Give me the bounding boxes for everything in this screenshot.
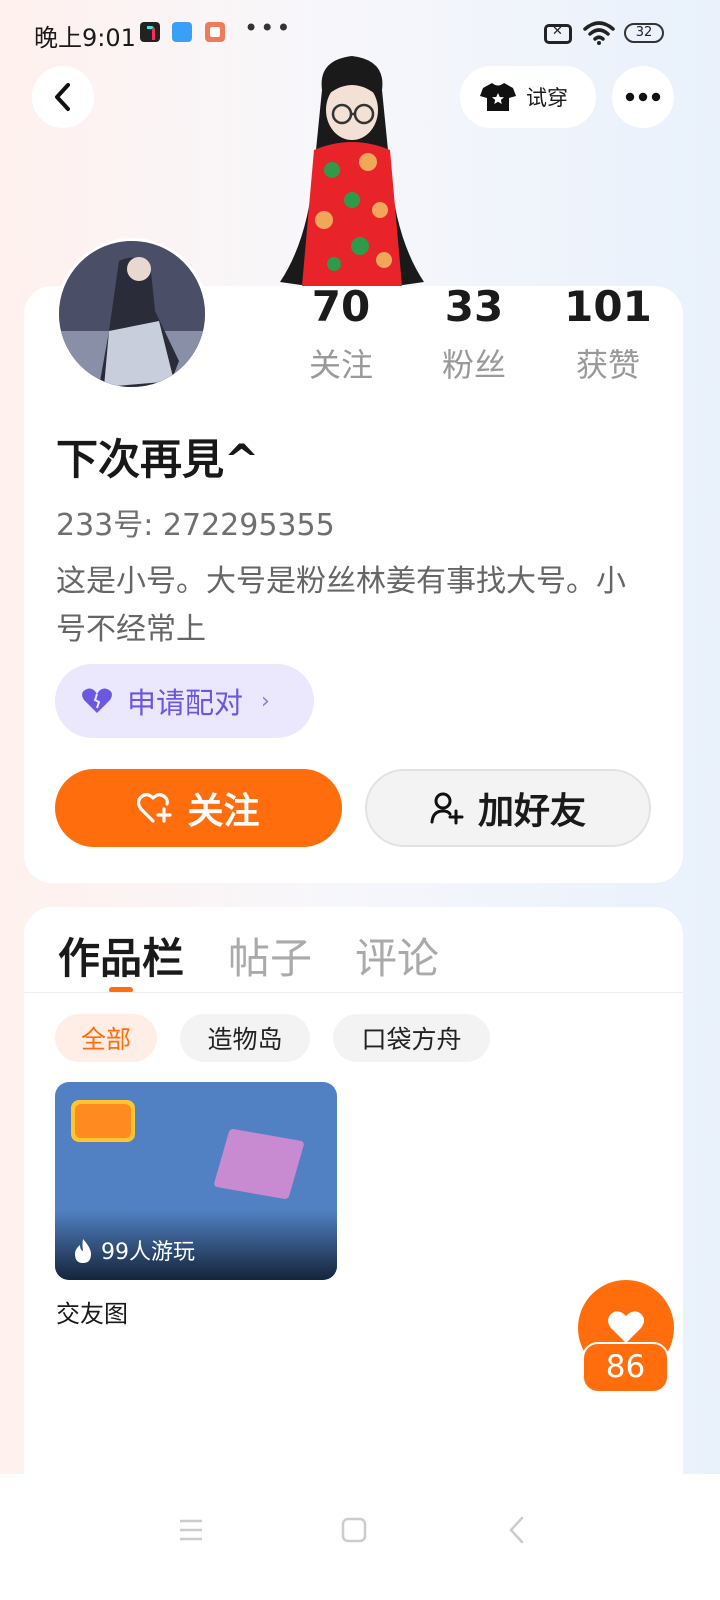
system-nav-bar [0,1474,720,1600]
home-nav-button[interactable] [334,1510,374,1550]
fans-count: 33 [444,282,504,331]
flame-icon [75,1239,91,1263]
back-nav-button[interactable] [497,1510,537,1550]
blue-app-notification-icon [172,22,192,42]
tab-works[interactable]: 作品栏 [58,925,184,986]
work-title[interactable]: 交友图 [56,1294,128,1329]
user-id[interactable]: 233号: 272295355 [56,500,335,544]
tab-posts[interactable]: 帖子 [228,925,312,986]
likes-label: 获赞 [575,346,640,384]
follow-button[interactable]: 关注 [55,769,342,847]
status-time: 晚上9:01 [34,24,136,52]
wifi-icon [583,21,615,45]
heart-plus-icon [137,793,173,823]
back-button[interactable] [32,66,94,128]
map-preview-image [213,1128,305,1200]
game-logo-image [71,1100,135,1142]
more-dots-icon [625,92,661,102]
tshirt-icon [480,83,516,111]
menu-icon [180,1519,202,1541]
request-pairing-label: 申请配对 [127,686,244,720]
like-count-badge: 86 [582,1342,669,1393]
no-sim-icon [544,24,572,44]
back-arrow-icon [55,83,70,111]
work-thumbnail[interactable]: 99人游玩 [55,1082,337,1280]
orange-app-notification-icon [205,22,225,42]
stat-following[interactable]: 70 关注 [286,284,396,386]
back-chevron-icon [509,1516,524,1544]
request-pairing-button[interactable]: 申请配对 › [55,664,314,738]
filter-chip-pocket-ark[interactable]: 口袋方舟 [333,1014,490,1062]
menu-nav-button[interactable] [171,1510,211,1550]
filter-chip-creation-island[interactable]: 造物岛 [180,1014,310,1062]
more-notifications-indicator: ••• [244,14,293,42]
play-count: 99人游玩 [101,1240,195,1265]
try-on-button[interactable]: 试穿 [460,66,596,128]
avatar-character-image[interactable] [272,50,432,290]
filter-chip-all[interactable]: 全部 [55,1014,157,1062]
user-name: 下次再見^ [56,435,260,484]
try-on-label: 试穿 [526,86,568,110]
add-person-icon [430,792,464,825]
add-friend-button[interactable]: 加好友 [365,769,651,847]
tab-comments[interactable]: 评论 [355,925,439,986]
more-options-button[interactable] [612,66,674,128]
avatar-photo [59,241,205,387]
home-square-icon [341,1517,367,1543]
profile-avatar[interactable] [56,238,208,390]
tabs-divider [24,992,683,993]
following-count: 70 [311,282,371,331]
following-label: 关注 [308,346,373,384]
stat-fans[interactable]: 33 粉丝 [419,284,529,386]
tiktok-notification-icon [140,22,160,42]
heart-icon [608,1311,644,1343]
fans-label: 粉丝 [441,346,506,384]
chevron-right-icon: › [261,688,270,714]
thumbnail-gradient [55,1210,337,1280]
user-bio: 这是小号。大号是粉丝林姜有事找大号。小号不经常上 [56,564,626,647]
battery-icon: 32 [624,23,664,43]
heart-pair-icon [82,688,112,713]
stat-likes[interactable]: 101 获赞 [553,284,663,386]
follow-label: 关注 [187,791,260,832]
add-friend-label: 加好友 [477,791,586,832]
likes-count: 101 [564,282,652,331]
